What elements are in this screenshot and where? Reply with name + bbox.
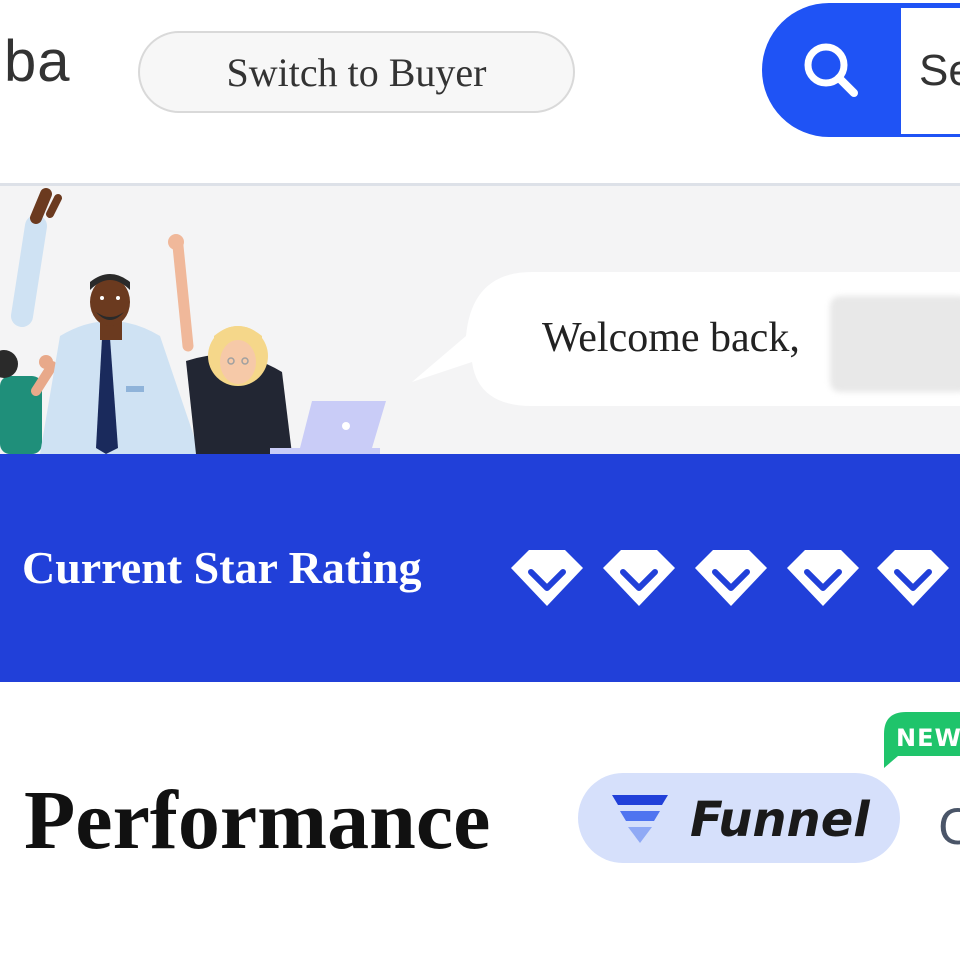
diamond-icon: [603, 550, 675, 606]
diamond-icon: [511, 550, 583, 606]
diamond-icon: [877, 550, 949, 606]
funnel-label[interactable]: Funnel: [690, 792, 870, 848]
switch-to-buyer-button[interactable]: Switch to Buyer: [138, 31, 575, 113]
team-illustration: [0, 188, 386, 454]
blurred-username: [830, 296, 960, 392]
search-icon[interactable]: [798, 37, 864, 103]
performance-title: Performance: [24, 774, 491, 867]
logo-text: ba: [4, 29, 71, 94]
new-badge-text: NEW: [896, 724, 960, 752]
next-section-label[interactable]: C: [938, 800, 960, 856]
welcome-text: Welcome back,: [542, 315, 800, 361]
star-rating-label: Current Star Rating: [22, 542, 422, 593]
search-input[interactable]: [901, 8, 960, 134]
welcome-hero: [0, 186, 960, 454]
diamond-icon: [695, 550, 767, 606]
diamond-icon: [787, 550, 859, 606]
funnel-icon: [612, 795, 668, 843]
